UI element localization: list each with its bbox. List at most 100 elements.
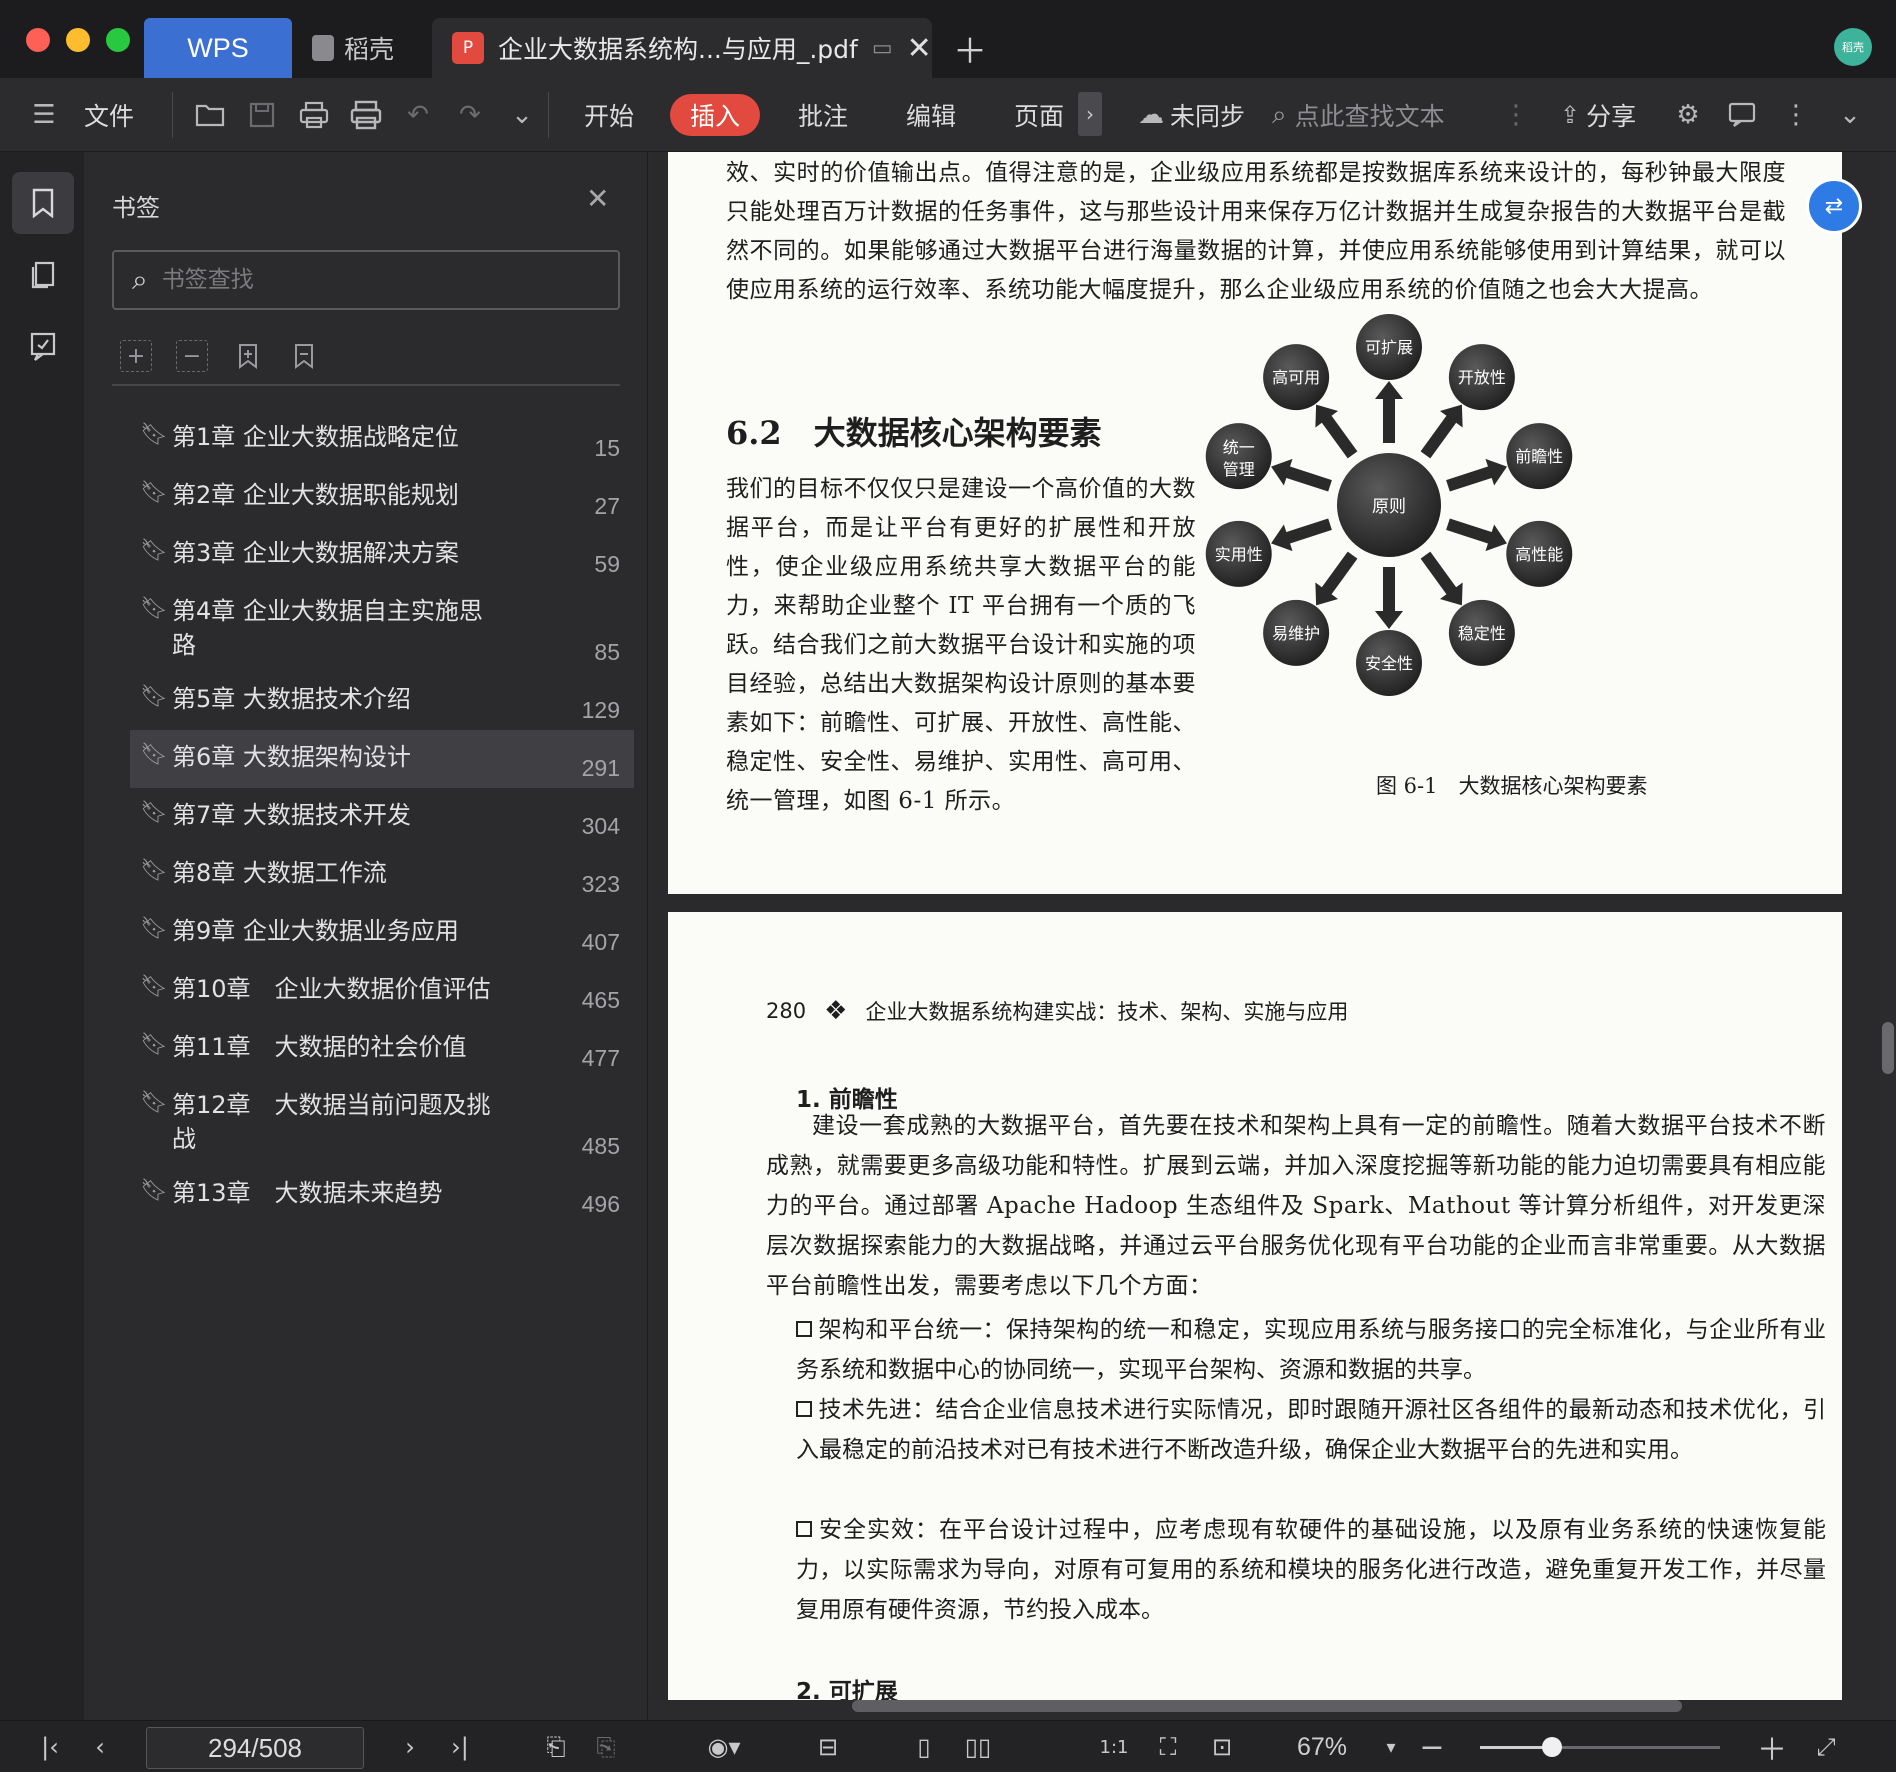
bookmark-item-active[interactable]: 🔖︎ 第6章 大数据架构设计 291 — [130, 730, 634, 788]
tab-pdf-document[interactable]: P 企业大数据系统构...与应用_.pdf ▭ ✕ — [432, 18, 932, 78]
vertical-scrollbar[interactable] — [1880, 152, 1896, 1700]
bookmark-search-input[interactable] — [161, 267, 562, 293]
menu-insert[interactable]: 插入 — [670, 94, 761, 136]
save-icon[interactable] — [242, 94, 282, 136]
bookmark-item[interactable]: 🔖︎ 第1章 企业大数据战略定位 15 — [130, 410, 634, 468]
bookmark-item[interactable]: 🔖︎ 第7章 大数据技术开发 304 — [130, 788, 634, 846]
share-button[interactable]: ⇪ 分享 — [1560, 94, 1636, 136]
bookmark-item[interactable]: 🔖︎ 第11章 大数据的社会价值 477 — [130, 1020, 634, 1078]
fit-width-icon[interactable]: ⊡ — [1202, 1729, 1242, 1765]
thumbnail-panel-icon[interactable] — [12, 244, 74, 306]
menu-annotate[interactable]: 批注 — [798, 94, 848, 136]
figure-arrow — [1420, 410, 1460, 459]
bookmark-item[interactable]: 🔖︎ 第4章 企业大数据自主实施思路 85 — [130, 584, 634, 672]
zoom-in-icon[interactable]: ＋ — [1752, 1729, 1792, 1768]
collapse-ribbon-icon[interactable]: ⌄ — [1830, 94, 1870, 136]
find-text-search[interactable]: ⌕ 点此查找文本 — [1272, 94, 1445, 136]
figure-node-label: 前瞻性 — [1515, 447, 1563, 466]
bookmark-item[interactable]: 🔖︎ 第9章 企业大数据业务应用 407 — [130, 904, 634, 962]
horizontal-scrollbar[interactable] — [662, 1698, 1858, 1714]
zoom-level[interactable]: 67% — [1282, 1729, 1362, 1765]
close-window-button[interactable] — [26, 28, 50, 52]
bookmark-label: 第12章 大数据当前问题及挑战 — [172, 1091, 491, 1153]
menu-page[interactable]: 页面 — [1014, 94, 1064, 136]
bookmark-item[interactable]: 🔖︎ 第13章 大数据未来趋势 496 — [130, 1166, 634, 1224]
tab-wps[interactable]: WPS — [144, 18, 292, 78]
sync-status[interactable]: ☁ 未同步 — [1138, 94, 1245, 136]
file-menu[interactable]: 文件 — [84, 94, 134, 136]
pdf-icon: P — [452, 32, 484, 64]
actual-size-icon[interactable]: 1:1 — [1094, 1729, 1134, 1765]
go-back-icon[interactable]: ⎗ — [536, 1729, 576, 1765]
main-toolbar: ☰ 文件 ↶ ↷ ⌄ 开始 插入 批注 编辑 页面 ☁ 未同步 ⌕ 点此查找文本… — [0, 78, 1896, 152]
go-forward-icon[interactable]: ⎘ — [586, 1729, 626, 1765]
more-options-icon[interactable]: ⋮ — [1776, 94, 1816, 136]
quick-access-dropdown-icon[interactable]: ⌄ — [502, 94, 542, 136]
user-avatar[interactable]: 稻壳 — [1834, 28, 1872, 66]
expand-all-icon[interactable]: + — [120, 340, 152, 372]
document-view[interactable]: 效、实时的价值输出点。值得注意的是，企业级应用系统都是按数据库系统来设计的，每秒… — [650, 152, 1880, 1700]
zoom-window-button[interactable] — [106, 28, 130, 52]
horizontal-scroll-thumb[interactable] — [852, 1700, 1682, 1712]
annotation-panel-icon[interactable] — [12, 316, 74, 378]
zoom-slider[interactable] — [1480, 1737, 1720, 1757]
bookmark-item[interactable]: 🔖︎ 第5章 大数据技术介绍 129 — [130, 672, 634, 730]
collapse-all-icon[interactable]: − — [176, 340, 208, 372]
tab-daoke[interactable]: 稻壳 — [306, 18, 430, 78]
figure-node-label: 易维护 — [1272, 624, 1320, 643]
bookmark-item[interactable]: 🔖︎ 第12章 大数据当前问题及挑战 485 — [130, 1078, 634, 1166]
vertical-scroll-thumb[interactable] — [1882, 1022, 1894, 1074]
hamburger-menu-icon[interactable]: ☰ — [24, 94, 64, 136]
add-bookmark-icon[interactable] — [232, 340, 264, 372]
checkbox-bullet-icon — [796, 1521, 812, 1537]
undo-icon[interactable]: ↶ — [398, 94, 438, 136]
eye-protection-icon[interactable]: ◉▾ — [694, 1729, 754, 1765]
comment-icon[interactable] — [1722, 94, 1762, 136]
checkbox-bullet-icon — [796, 1401, 812, 1417]
menu-edit[interactable]: 编辑 — [906, 94, 956, 136]
zoom-out-icon[interactable]: − — [1412, 1729, 1452, 1765]
print-preview-icon[interactable] — [346, 94, 386, 136]
first-page-icon[interactable]: |‹ — [30, 1729, 70, 1765]
single-page-icon[interactable]: ▯ — [904, 1729, 944, 1765]
page-number-input[interactable] — [146, 1727, 364, 1769]
previous-page-icon[interactable]: ‹ — [80, 1729, 120, 1765]
bookmark-item[interactable]: 🔖︎ 第8章 大数据工作流 323 — [130, 846, 634, 904]
close-panel-icon[interactable]: ✕ — [586, 182, 609, 215]
bookmark-item[interactable]: 🔖︎ 第3章 企业大数据解决方案 59 — [130, 526, 634, 584]
minimize-window-button[interactable] — [66, 28, 90, 52]
bookmark-item[interactable]: 🔖︎ 第2章 企业大数据职能规划 27 — [130, 468, 634, 526]
new-tab-button[interactable]: ＋ — [950, 18, 990, 78]
open-folder-icon[interactable] — [190, 94, 230, 136]
search-icon: ⌕ — [132, 263, 148, 296]
bookmark-item[interactable]: 🔖︎ 第10章 企业大数据价值评估 465 — [130, 962, 634, 1020]
menu-start[interactable]: 开始 — [584, 94, 634, 136]
more-menus-arrow-icon[interactable]: › — [1078, 92, 1102, 136]
bookmark-label: 第13章 大数据未来趋势 — [172, 1179, 443, 1207]
floating-translate-icon[interactable]: ⇄ — [1806, 178, 1862, 234]
redo-icon[interactable]: ↷ — [450, 94, 490, 136]
two-page-icon[interactable]: ▯▯ — [958, 1729, 998, 1765]
close-tab-icon[interactable]: ✕ — [907, 31, 932, 66]
bookmark-page: 496 — [581, 1191, 620, 1217]
last-page-icon[interactable]: ›| — [440, 1729, 480, 1765]
remove-bookmark-icon[interactable] — [288, 340, 320, 372]
daoke-icon — [312, 35, 334, 61]
bookmark-page: 85 — [594, 639, 620, 665]
continuous-view-icon[interactable]: ⊟ — [808, 1729, 848, 1765]
zoom-slider-knob[interactable] — [1542, 1737, 1562, 1757]
next-page-icon[interactable]: › — [390, 1729, 430, 1765]
figure-arrow — [1280, 518, 1332, 546]
bookmark-panel-icon[interactable] — [12, 172, 74, 234]
section-title: 2. 可扩展 — [796, 1679, 898, 1700]
find-text-placeholder: 点此查找文本 — [1294, 102, 1445, 131]
print-icon[interactable] — [294, 94, 334, 136]
zoom-dropdown-icon[interactable]: ▾ — [1376, 1729, 1406, 1765]
fit-page-icon[interactable]: ⛶ — [1148, 1729, 1188, 1765]
bookmark-search[interactable]: ⌕ — [112, 250, 620, 310]
figure-arrow — [1318, 410, 1358, 459]
search-icon: ⌕ — [1272, 99, 1287, 130]
settings-icon[interactable]: ⚙ — [1668, 94, 1708, 136]
fullscreen-icon[interactable]: ⤢ — [1806, 1729, 1846, 1765]
section-heading: 6.2 大数据核心架构要素 — [726, 414, 1102, 452]
